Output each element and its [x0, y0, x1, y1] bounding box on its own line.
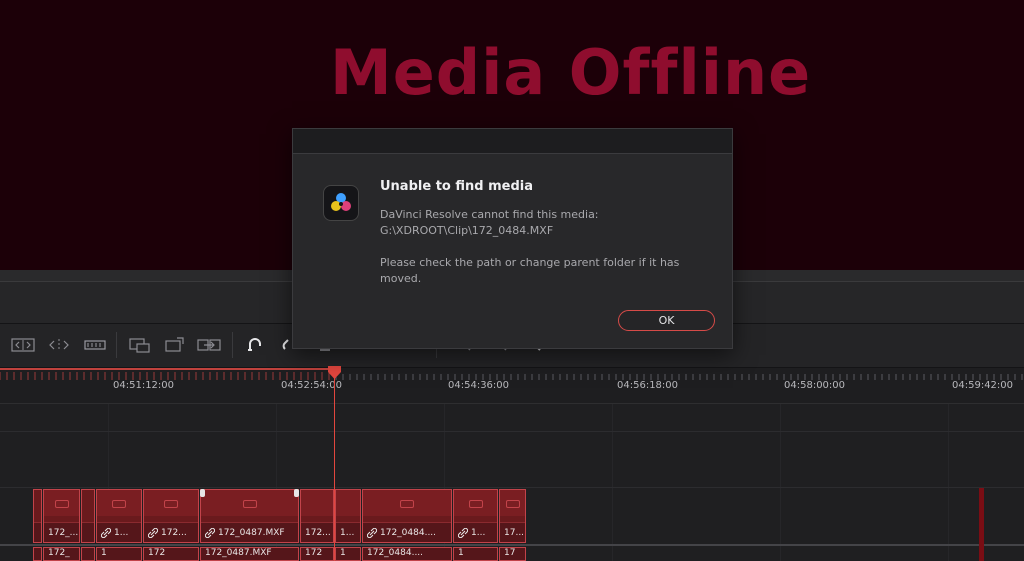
- audio-clip[interactable]: 1: [96, 547, 142, 561]
- audio-clip[interactable]: 1: [453, 547, 498, 561]
- clip-label: 17...: [500, 522, 525, 542]
- audio-clip[interactable]: [81, 547, 95, 561]
- insert-clip-icon[interactable]: [126, 334, 152, 356]
- clip-label: 1...: [336, 522, 360, 542]
- dialog-titlebar[interactable]: [293, 129, 732, 154]
- clip-label: 172_0487.MXF: [201, 548, 298, 560]
- clip-label: [82, 522, 94, 542]
- offline-badge-icon: [242, 500, 257, 508]
- offline-badge-icon: [400, 500, 414, 508]
- clip-label: 1...: [454, 522, 497, 542]
- ruler-timecode: 04:52:54:00: [281, 380, 343, 391]
- timeline-end-marker: [979, 488, 984, 561]
- grid-line: [612, 404, 613, 561]
- ruler-timecode: 04:56:18:00: [617, 380, 679, 391]
- blade-icon[interactable]: [82, 334, 108, 356]
- ruler-timecode: 04:58:00:00: [784, 380, 846, 391]
- link-icon: [458, 527, 468, 538]
- replace-clip-icon[interactable]: [196, 334, 222, 356]
- offline-badge-icon: [112, 500, 126, 508]
- toolbar-separator: [232, 332, 233, 358]
- video-clip[interactable]: [33, 489, 42, 543]
- clip-label: 172: [301, 548, 333, 560]
- dialog-heading: Unable to find media: [380, 179, 533, 194]
- track-divider: [0, 487, 1024, 488]
- video-clip[interactable]: 17...: [499, 489, 526, 543]
- audio-clip[interactable]: [33, 547, 42, 561]
- track-divider: [0, 544, 1024, 546]
- snapping-icon[interactable]: [242, 334, 268, 356]
- clip-label: 172...: [301, 522, 333, 542]
- trim-handle[interactable]: [294, 489, 299, 497]
- dialog-message: DaVinci Resolve cannot find this media:: [380, 208, 599, 221]
- video-clip[interactable]: 1...: [453, 489, 498, 543]
- playhead-line: [334, 368, 335, 561]
- media-path: G:\XDROOT\Clip\172_0484.MXF: [380, 224, 554, 237]
- clip-label: 172_0487.MXF: [201, 522, 298, 542]
- playhead-handle-icon[interactable]: [328, 366, 341, 379]
- audio-clip[interactable]: 172: [300, 547, 334, 561]
- video-clip[interactable]: [81, 489, 95, 543]
- ok-button[interactable]: OK: [618, 310, 715, 331]
- audio-clip[interactable]: 172: [143, 547, 199, 561]
- timeline-ruler[interactable]: 04:51:12:00 04:52:54:00 04:54:36:00 04:5…: [0, 368, 1024, 404]
- clip-label: 172_...: [44, 522, 79, 542]
- dialog-message: moved.: [380, 272, 422, 285]
- clip-label: 17: [500, 548, 525, 560]
- video-clip[interactable]: 1...: [96, 489, 142, 543]
- ruler-ticks: [0, 368, 1023, 380]
- unable-to-find-media-dialog: Unable to find media DaVinci Resolve can…: [292, 128, 733, 349]
- dynamic-trim-icon[interactable]: [46, 334, 72, 356]
- audio-clip[interactable]: 172_0487.MXF: [200, 547, 299, 561]
- ruler-timecode: 04:54:36:00: [448, 380, 510, 391]
- trim-handle[interactable]: [200, 489, 205, 497]
- video-clip[interactable]: 172_0484....: [362, 489, 452, 543]
- audio-clip[interactable]: 172_: [43, 547, 80, 561]
- video-clip[interactable]: 172_...: [43, 489, 80, 543]
- trim-edit-icon[interactable]: [10, 334, 36, 356]
- offline-badge-icon: [505, 500, 520, 508]
- grid-line: [780, 404, 781, 561]
- clip-label: [82, 548, 94, 560]
- link-icon: [148, 527, 158, 538]
- clip-label: 172_0484....: [363, 522, 451, 542]
- audio-clip[interactable]: 1: [335, 547, 361, 561]
- resolve-window: Media Offline 04:51:12:00 04:52:54:00 04…: [0, 0, 1024, 561]
- clip-label: [34, 522, 41, 542]
- link-icon: [101, 527, 111, 538]
- offline-badge-icon: [468, 500, 483, 508]
- clip-label: 172: [144, 548, 198, 560]
- offline-badge-icon: [164, 500, 178, 508]
- clip-label: 172...: [144, 522, 198, 542]
- link-icon: [205, 527, 215, 538]
- video-clip[interactable]: 172...: [143, 489, 199, 543]
- overwrite-clip-icon[interactable]: [162, 334, 188, 356]
- dialog-message: Please check the path or change parent f…: [380, 256, 680, 269]
- ruler-timecode: 04:59:42:00: [952, 380, 1014, 391]
- audio-clip[interactable]: 172_0484....: [362, 547, 452, 561]
- clip-label: 1: [336, 548, 360, 560]
- video-clip[interactable]: 1...: [335, 489, 361, 543]
- offline-badge-icon: [54, 500, 69, 508]
- clip-label: 1: [97, 548, 141, 560]
- clip-label: 172_: [44, 548, 79, 560]
- link-icon: [367, 527, 377, 538]
- toolbar-separator: [116, 332, 117, 358]
- ruler-timecode: 04:51:12:00: [113, 380, 175, 391]
- audio-clip[interactable]: 17: [499, 547, 526, 561]
- video-clip[interactable]: 172...: [300, 489, 334, 543]
- media-offline-label: Media Offline: [330, 36, 812, 109]
- davinci-resolve-logo-icon: [323, 185, 359, 221]
- grid-line: [948, 404, 949, 561]
- video-clip[interactable]: 172_0487.MXF: [200, 489, 299, 543]
- clip-label: [34, 548, 41, 560]
- played-region: [0, 368, 334, 370]
- clip-label: 1: [454, 548, 497, 560]
- clip-label: 172_0484....: [363, 548, 451, 560]
- clip-label: 1...: [97, 522, 141, 542]
- track-divider: [0, 431, 1024, 432]
